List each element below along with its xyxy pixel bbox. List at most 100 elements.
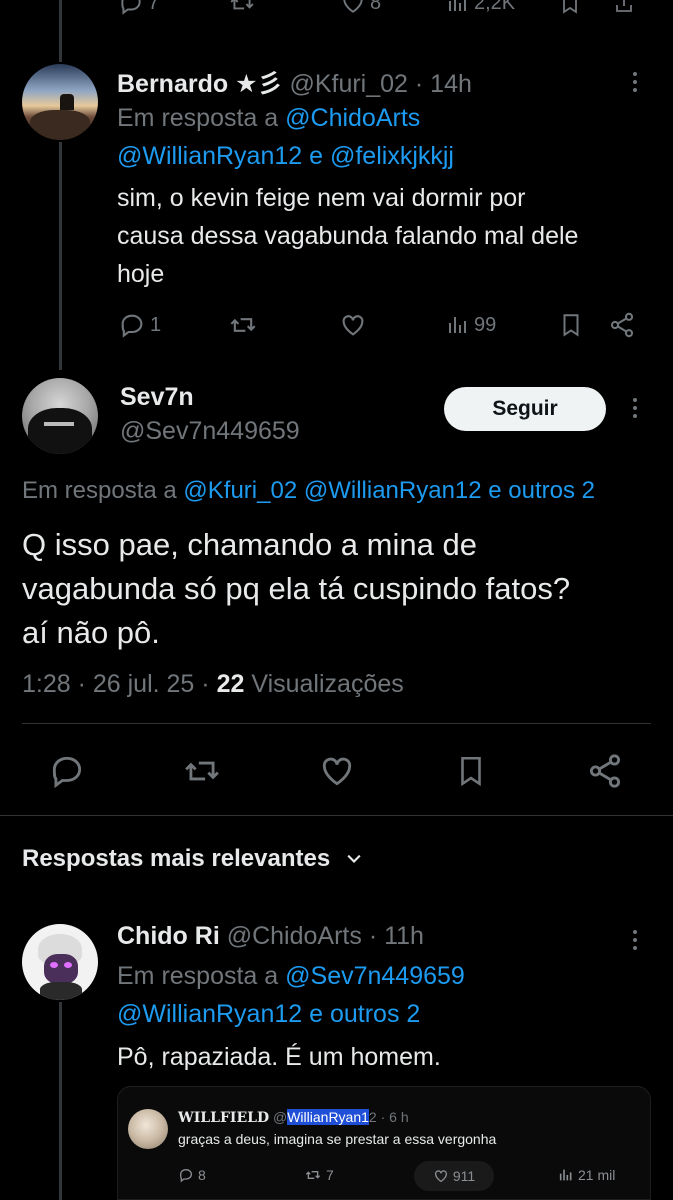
- embed-header: WILLFIELD @WillianRyan12 · 6 h: [178, 1109, 409, 1126]
- repost-action[interactable]: [228, 311, 258, 339]
- analytics-icon: [446, 0, 470, 16]
- reply-action[interactable]: 7: [118, 0, 159, 16]
- display-name[interactable]: Bernardo ★彡: [117, 70, 283, 98]
- bookmark-icon: [558, 311, 584, 339]
- previous-tweet-actions: 7 8 2,2K: [0, 0, 673, 26]
- reply-context-2: @WillianRyan12 e @felixkjkkjj: [117, 142, 454, 170]
- repost-action[interactable]: [182, 752, 222, 790]
- reply-context: Em resposta a @Sev7n449659: [117, 962, 465, 990]
- reply-icon: [48, 752, 86, 790]
- avatar: [128, 1109, 168, 1149]
- embed-name: WILLFIELD: [178, 1110, 270, 1126]
- tweet-text: aí não pô.: [22, 615, 160, 650]
- bookmark-action[interactable]: [558, 311, 584, 339]
- share-action[interactable]: [586, 752, 624, 790]
- reply-action[interactable]: [48, 752, 86, 790]
- repost-icon: [228, 311, 258, 339]
- thread-line: [59, 142, 62, 370]
- tweet-text: causa dessa vagabunda falando mal dele: [117, 222, 579, 250]
- tweet-text: Q isso pae, chamando a mina de: [22, 527, 477, 562]
- reply-context: Em resposta a @Kfuri_02 @WillianRyan12 e…: [22, 477, 596, 504]
- reply-action[interactable]: 1: [118, 311, 161, 339]
- reply-icon: [118, 0, 144, 16]
- repost-icon: [304, 1167, 322, 1183]
- tweet-text: vagabunda só pq ela tá cuspindo fatos?: [22, 571, 571, 606]
- embed-reposts: 7: [304, 1167, 334, 1183]
- avatar[interactable]: [22, 924, 98, 1000]
- chevron-down-icon: [344, 849, 364, 869]
- mention-link[interactable]: @Kfuri_02: [183, 477, 297, 504]
- follow-button[interactable]: Seguir: [444, 387, 606, 431]
- mention-link[interactable]: @WillianRyan12: [304, 477, 482, 504]
- divider: [0, 815, 673, 816]
- analytics-icon: [446, 311, 470, 339]
- reply-count: 1: [150, 313, 162, 336]
- avatar[interactable]: [22, 378, 98, 454]
- tweet-meta: 1:28 · 26 jul. 25 · 22 Visualizações: [22, 670, 404, 698]
- share-action[interactable]: [608, 311, 636, 339]
- share-icon: [586, 752, 624, 790]
- bookmark-action[interactable]: [558, 0, 582, 16]
- thread-line: [59, 0, 62, 62]
- like-count: 8: [370, 0, 382, 14]
- mention-link[interactable]: @WillianRyan12: [117, 1000, 302, 1028]
- tweet-text: Pô, rapaziada. É um homem.: [117, 1043, 441, 1071]
- analytics-icon: [558, 1167, 574, 1183]
- avatar[interactable]: [22, 64, 98, 140]
- views-count: 22: [216, 670, 245, 698]
- timestamp[interactable]: 1:28 · 26 jul. 25 ·: [22, 670, 210, 698]
- thread-line: [59, 1002, 62, 1200]
- embed-replies: 8: [178, 1167, 206, 1183]
- timestamp[interactable]: · 14h: [415, 70, 472, 98]
- more-options-icon[interactable]: [632, 72, 638, 96]
- mention-link[interactable]: @Sev7n449659: [285, 962, 465, 990]
- author-name: Sev7n: [120, 383, 194, 412]
- tweet-text: sim, o kevin feige nem vai dormir por: [117, 184, 526, 212]
- heart-icon: [340, 0, 366, 16]
- handle[interactable]: @Sev7n449659: [120, 417, 300, 446]
- sort-label: Respostas mais relevantes: [22, 845, 331, 872]
- embed-text: graças a deus, imagina se prestar a essa…: [178, 1131, 497, 1147]
- like-action[interactable]: [339, 311, 367, 339]
- more-options-icon[interactable]: [632, 398, 638, 422]
- heart-icon: [433, 1168, 449, 1184]
- bookmark-action[interactable]: [454, 752, 488, 790]
- highlighted-handle: WillianRyan1: [287, 1109, 369, 1125]
- display-name[interactable]: Chido Ri: [117, 922, 220, 950]
- reply2-header: Chido Ri @ChidoArts · 11h: [117, 922, 424, 951]
- display-name[interactable]: Sev7n: [120, 383, 194, 411]
- embed-likes: 911: [414, 1161, 494, 1191]
- embed-views: 21 mil: [558, 1167, 615, 1183]
- like-action[interactable]: 8: [340, 0, 381, 16]
- more-options-icon[interactable]: [632, 930, 638, 954]
- repost-icon: [228, 0, 256, 16]
- reply1-header: Bernardo ★彡 @Kfuri_02 · 14h: [117, 64, 472, 100]
- handle[interactable]: @Kfuri_02: [289, 70, 408, 98]
- like-action[interactable]: [318, 752, 356, 790]
- share-icon: [608, 311, 636, 339]
- mention-link[interactable]: @WillianRyan12: [117, 142, 302, 170]
- share-icon: [612, 0, 636, 16]
- heart-icon: [339, 311, 367, 339]
- reply-context-2: @WillianRyan12 e outros 2: [117, 1000, 421, 1028]
- sort-dropdown[interactable]: Respostas mais relevantes: [22, 845, 364, 873]
- reply-count: 7: [148, 0, 160, 14]
- views-action[interactable]: 2,2K: [446, 0, 515, 16]
- mention-link[interactable]: @ChidoArts: [285, 104, 420, 132]
- mention-link[interactable]: @felixkjkkjj: [330, 142, 454, 170]
- timestamp[interactable]: · 11h: [369, 922, 424, 950]
- views-count: 2,2K: [474, 0, 516, 14]
- bookmark-icon: [454, 752, 488, 790]
- repost-icon: [182, 752, 222, 790]
- views-count: 99: [474, 313, 497, 336]
- repost-action[interactable]: [228, 0, 256, 16]
- tweet-text: hoje: [117, 260, 165, 288]
- embed-actions: 8 7 911 21 mil: [178, 1161, 638, 1191]
- attached-image[interactable]: WILLFIELD @WillianRyan12 · 6 h graças a …: [117, 1086, 651, 1200]
- bookmark-icon: [558, 0, 582, 16]
- share-action[interactable]: [612, 0, 636, 16]
- reply-icon: [178, 1167, 194, 1183]
- views-action[interactable]: 99: [446, 311, 496, 339]
- reply-context: Em resposta a @ChidoArts: [117, 104, 421, 132]
- handle[interactable]: @ChidoArts: [227, 922, 362, 950]
